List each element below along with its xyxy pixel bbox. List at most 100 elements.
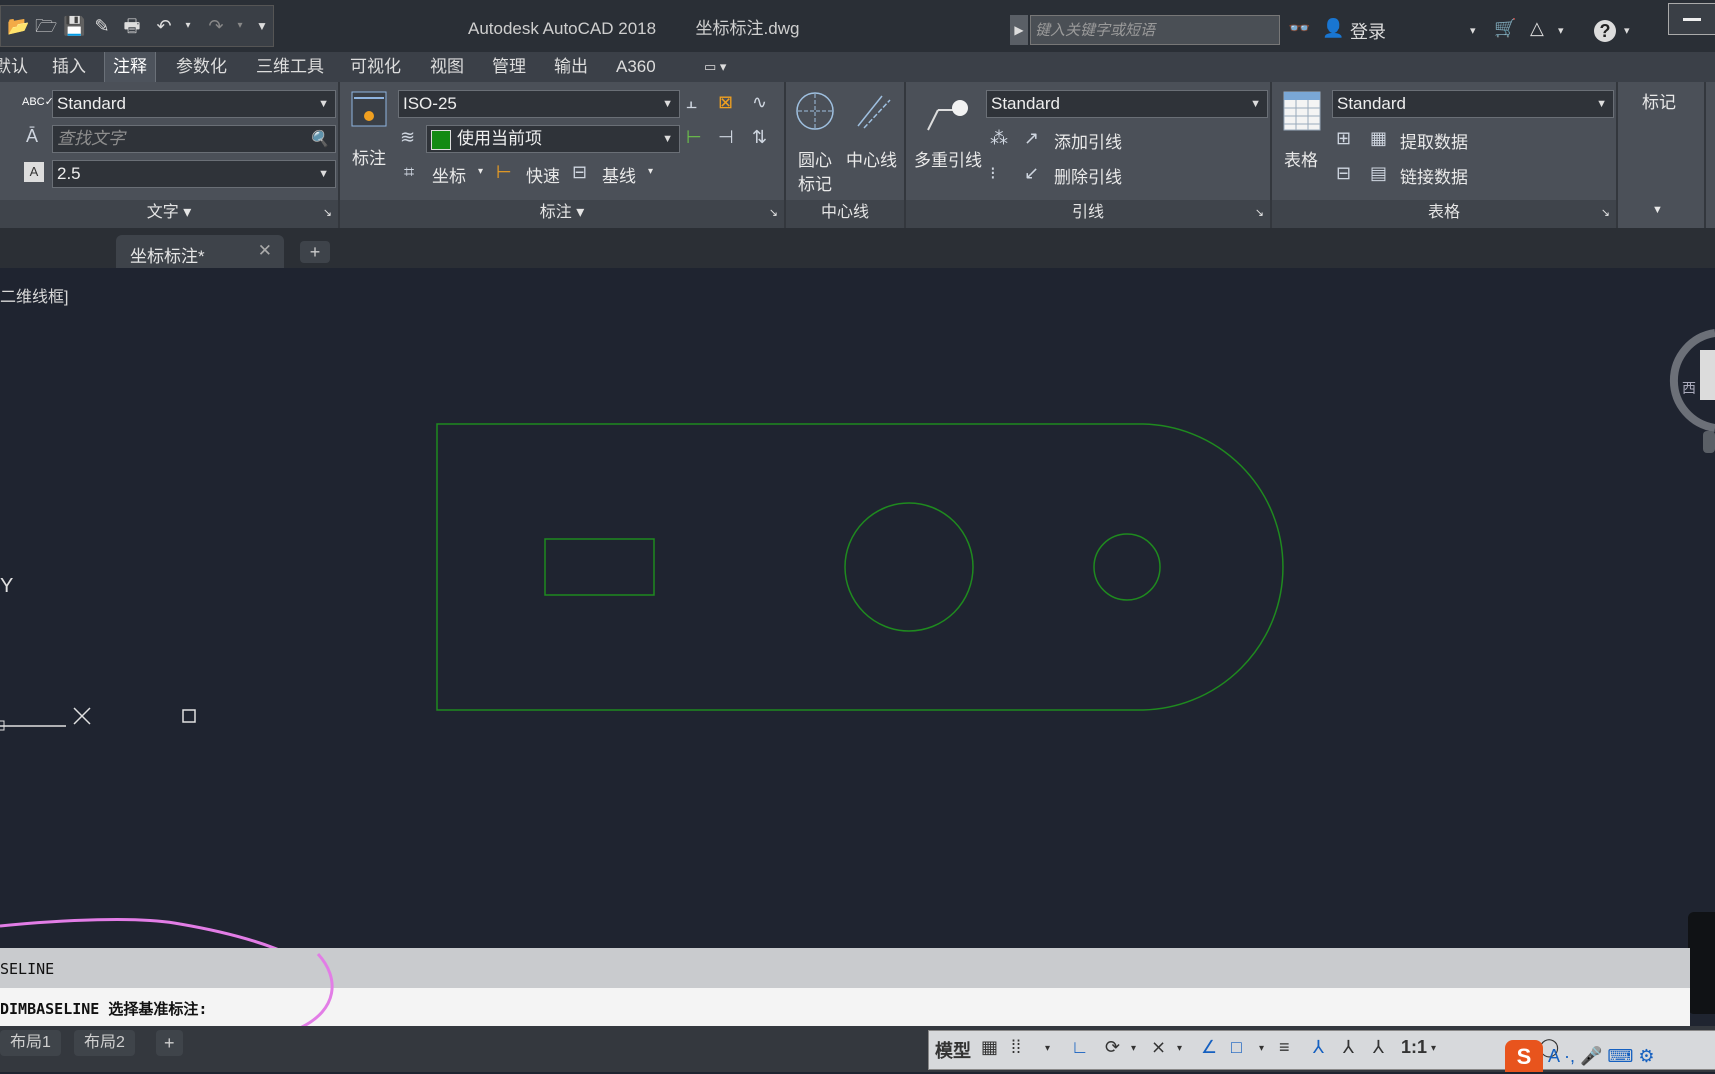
file-tab[interactable]: 坐标标注* ✕: [116, 235, 284, 268]
panel-title-leader[interactable]: 引线 ↘: [906, 200, 1270, 228]
close-icon[interactable]: ✕: [258, 241, 272, 261]
quick-dim-button[interactable]: 快速: [526, 162, 560, 187]
break-icon[interactable]: ⊠: [718, 92, 733, 112]
ime-toolbar[interactable]: A ·, 🎤 ⌨ ⚙: [1548, 1046, 1655, 1067]
save-icon[interactable]: 💾: [63, 16, 85, 36]
tab-view[interactable]: 视图: [422, 52, 472, 82]
snap-dropdown-icon[interactable]: ▾: [1045, 1043, 1050, 1054]
table-button-label[interactable]: 表格: [1284, 146, 1318, 171]
snap-icon[interactable]: ⁞⁞: [1011, 1037, 1021, 1058]
help-dropdown-icon[interactable]: ▾: [1624, 24, 1630, 37]
data-link-manager-icon[interactable]: ⊞: [1336, 128, 1351, 148]
annotation-scale-icon[interactable]: ⅄: [1373, 1037, 1384, 1058]
find-icon[interactable]: 🔍: [309, 127, 329, 153]
text-height-select[interactable]: 2.5 ▼: [52, 160, 336, 188]
jog-line-icon[interactable]: ∿: [752, 92, 767, 112]
ordinate-icon[interactable]: ⌗: [404, 162, 414, 182]
customize-qat-icon[interactable]: ▼: [251, 16, 273, 36]
navigation-bar[interactable]: [1688, 912, 1715, 1014]
panel-title-dimension[interactable]: 标注 ▾ ↘: [340, 200, 784, 228]
tab-annotate[interactable]: 注释: [104, 52, 156, 82]
add-leader-button[interactable]: 添加引线: [1054, 128, 1122, 153]
centerline-icon[interactable]: [852, 90, 894, 132]
baseline-icon[interactable]: ⊟: [572, 162, 587, 182]
autodesk-exchange-icon[interactable]: △: [1530, 18, 1544, 39]
ortho-icon[interactable]: ∟: [1071, 1037, 1089, 1058]
remove-leader-button[interactable]: 删除引线: [1054, 163, 1122, 188]
tab-default[interactable]: 默认: [0, 52, 36, 82]
spell-check-icon[interactable]: ABC✓: [22, 92, 54, 112]
search-input[interactable]: 键入关键字或短语: [1030, 15, 1280, 45]
open-icon[interactable]: 📂: [7, 16, 29, 36]
add-layout-button[interactable]: +: [156, 1030, 183, 1056]
ime-logo-icon[interactable]: S: [1505, 1040, 1543, 1072]
multileader-button-label[interactable]: 多重引线: [914, 146, 982, 171]
find-text-input[interactable]: 查找文字 🔍: [52, 125, 336, 153]
text-style-select[interactable]: Standard ▼: [52, 90, 336, 118]
panel-title-text[interactable]: 文字 ▾ ↘: [0, 200, 338, 228]
dim-layer-select[interactable]: 使用当前项 ▼: [426, 125, 680, 153]
binoculars-icon[interactable]: 👓: [1288, 18, 1310, 39]
markup-expand-icon[interactable]: ▼: [1652, 204, 1663, 216]
search-expand-icon[interactable]: ▶: [1010, 15, 1028, 45]
object-snap-icon[interactable]: □: [1231, 1037, 1242, 1058]
polar-tracking-icon[interactable]: ⟳: [1105, 1037, 1120, 1058]
table-style-select[interactable]: Standard ▼: [1332, 90, 1614, 118]
polar-dropdown-icon[interactable]: ▾: [1131, 1043, 1136, 1054]
update-icon[interactable]: ⊣: [718, 127, 734, 147]
login-link[interactable]: 登录: [1350, 18, 1386, 44]
viewcube-west-label[interactable]: 西: [1682, 378, 1696, 398]
exchange-dropdown-icon[interactable]: ▾: [1558, 24, 1564, 37]
layout-tab-1[interactable]: 布局1: [0, 1030, 61, 1056]
lineweight-icon[interactable]: ≡: [1279, 1037, 1290, 1058]
align-leaders-icon[interactable]: ⁂: [990, 128, 1008, 148]
inspect-icon[interactable]: ⊢: [686, 127, 702, 147]
center-mark-label-1[interactable]: 圆心: [798, 146, 832, 171]
wcs-menu-button[interactable]: [1703, 431, 1715, 453]
tab-manage[interactable]: 管理: [484, 52, 534, 82]
download-data-icon[interactable]: ⊟: [1336, 163, 1351, 183]
model-space-button[interactable]: 模型: [935, 1037, 971, 1063]
table-icon[interactable]: [1282, 90, 1322, 132]
dimension-icon[interactable]: [348, 88, 390, 130]
reassociate-icon[interactable]: ⇅: [752, 127, 767, 147]
baseline-button[interactable]: 基线: [602, 162, 636, 187]
user-icon[interactable]: 👤: [1322, 18, 1344, 39]
minimize-button[interactable]: [1668, 3, 1715, 35]
tab-output[interactable]: 输出: [546, 52, 596, 82]
extract-data-button[interactable]: 提取数据: [1400, 128, 1468, 153]
panel-title-table[interactable]: 表格 ↘: [1272, 200, 1616, 228]
center-mark-icon[interactable]: [794, 90, 836, 132]
isodraft-icon[interactable]: ⨯: [1151, 1037, 1166, 1058]
annotation-visibility-icon[interactable]: ⅄: [1313, 1037, 1324, 1058]
featured-apps-icon[interactable]: ▭ ▾: [696, 52, 734, 82]
cart-icon[interactable]: 🛒: [1494, 18, 1516, 39]
tab-visualize[interactable]: 可视化: [342, 52, 409, 82]
scale-dropdown-icon[interactable]: ▾: [1431, 1043, 1436, 1054]
redo-dropdown-icon[interactable]: ▾: [229, 16, 251, 36]
osnap-dropdown-icon[interactable]: ▾: [1259, 1043, 1264, 1054]
help-icon[interactable]: ?: [1594, 20, 1616, 42]
annotation-scale-value[interactable]: 1:1: [1401, 1037, 1427, 1058]
object-snap-tracking-icon[interactable]: ∠: [1201, 1037, 1217, 1058]
markup-panel-title[interactable]: 标记: [1642, 88, 1676, 113]
print-icon[interactable]: 🖶: [121, 16, 143, 36]
adjust-space-icon[interactable]: ⫠: [686, 92, 697, 112]
multileader-icon[interactable]: [922, 90, 972, 134]
ordinate-button[interactable]: 坐标: [432, 162, 466, 187]
dim-style-select[interactable]: ISO-25 ▼: [398, 90, 680, 118]
centerline-button-label[interactable]: 中心线: [846, 146, 897, 171]
ordinate-dropdown-icon[interactable]: ▾: [478, 166, 483, 177]
baseline-dropdown-icon[interactable]: ▾: [648, 166, 653, 177]
new-tab-button[interactable]: +: [300, 241, 330, 263]
isodraft-dropdown-icon[interactable]: ▾: [1177, 1043, 1182, 1054]
leader-style-select[interactable]: Standard ▼: [986, 90, 1268, 118]
save-as-icon[interactable]: ✎: [91, 16, 113, 36]
center-mark-label-2[interactable]: 标记: [798, 170, 832, 195]
quick-dim-icon[interactable]: ⊢: [496, 162, 512, 182]
grid-icon[interactable]: ▦: [981, 1037, 998, 1058]
viewcube-face[interactable]: [1700, 350, 1715, 400]
tab-parametric[interactable]: 参数化: [168, 52, 235, 82]
layout-tab-2[interactable]: 布局2: [74, 1030, 135, 1056]
login-dropdown-icon[interactable]: ▾: [1470, 24, 1476, 37]
